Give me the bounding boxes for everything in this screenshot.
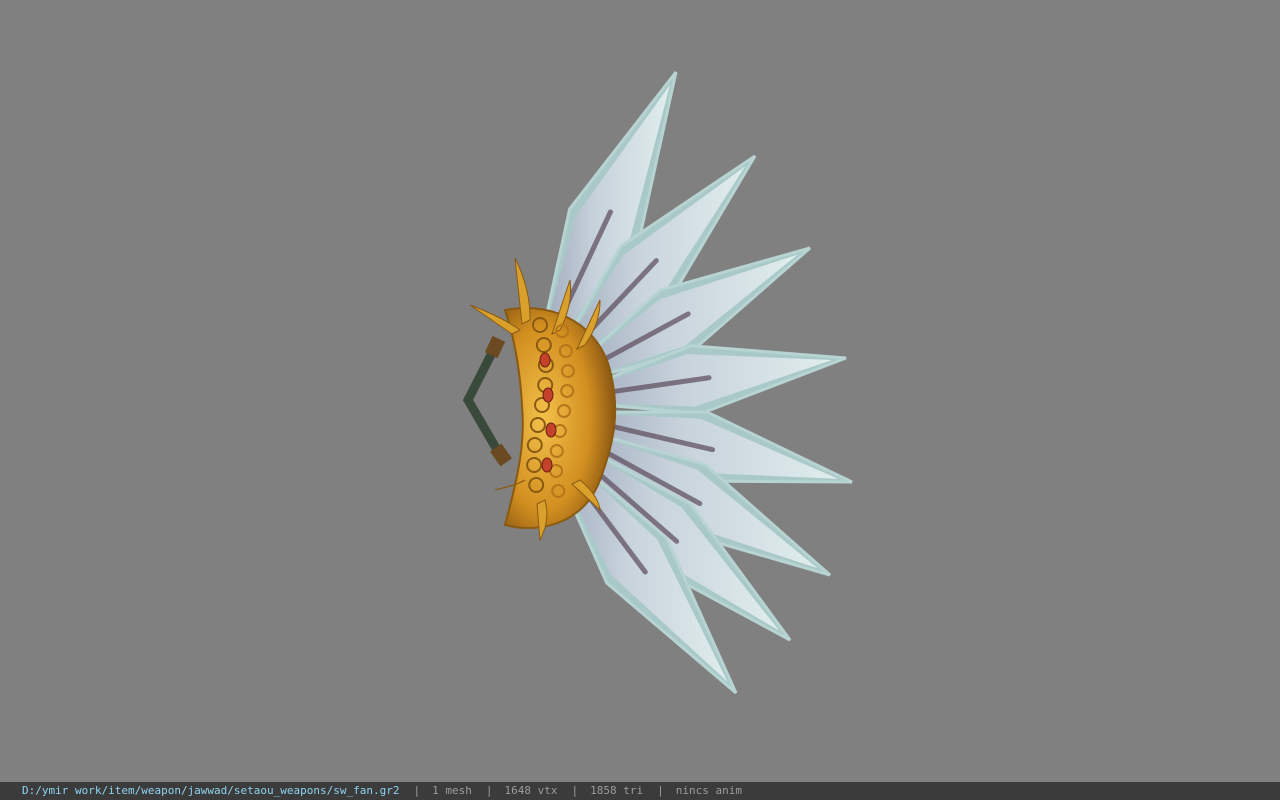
fan-handle: [462, 335, 512, 467]
red-gem: [545, 422, 557, 438]
gold-spike: [536, 499, 548, 542]
mesh-count: 1 mesh: [432, 784, 472, 797]
separator: |: [413, 784, 421, 797]
3d-viewport[interactable]: [0, 0, 1280, 780]
handle-grip: [462, 342, 504, 458]
triangle-count: 1858 tri: [590, 784, 644, 797]
animation-status: nincs anim: [675, 784, 742, 797]
vertex-count: 1648 vtx: [504, 784, 558, 797]
fan-weapon-model[interactable]: [0, 0, 1280, 780]
separator: |: [571, 784, 579, 797]
status-bar: D:/ymir work/item/weapon/jawwad/setaou_w…: [0, 782, 1280, 800]
separator: |: [657, 784, 664, 797]
file-path: D:/ymir work/item/weapon/jawwad/setaou_w…: [22, 784, 400, 797]
red-gem: [541, 457, 553, 473]
red-gem: [542, 387, 554, 403]
separator: |: [485, 784, 493, 797]
red-gem: [539, 352, 551, 368]
